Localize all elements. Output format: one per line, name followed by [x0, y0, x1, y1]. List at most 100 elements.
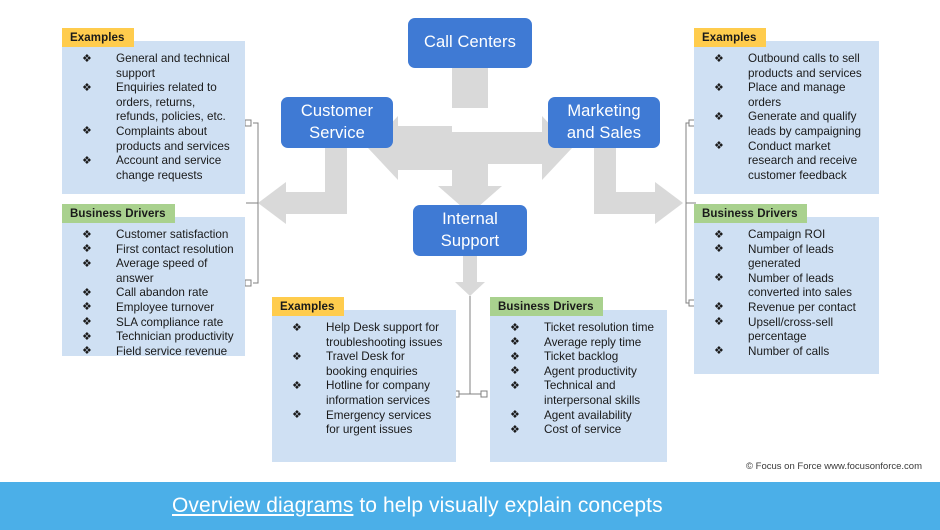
connector-endpoint [480, 390, 488, 398]
panel-marketing-sales-examples: ❖ Outbound calls to sell products and ser… [694, 28, 879, 194]
node-internal-support-label: Internal Support [441, 209, 500, 251]
panel-list-item-text: Agent productivity [544, 364, 637, 378]
node-customer-service-label: Customer Service [301, 101, 373, 143]
diamond-bullet-icon: ❖ [82, 316, 92, 329]
panel-list-item-text: Campaign ROI [748, 228, 826, 241]
panel-list-item: ❖ Ticket backlog [498, 350, 659, 365]
panel-list-item-text: SLA compliance rate [116, 315, 224, 329]
panel-list-item-text: Travel Desk for booking enquiries [326, 350, 418, 378]
panel-list-item-text: Ticket resolution time [544, 321, 654, 334]
arrow-is-stem [463, 256, 477, 284]
diamond-bullet-icon: ❖ [510, 423, 520, 436]
footer-caption-underlined: Overview diagrams [172, 494, 354, 517]
panel-list-item-text: Technical and interpersonal skills [544, 379, 641, 407]
panel-list-item: ❖ Cost of service [498, 423, 659, 438]
panel-body: ❖ Help Desk support for troubleshooting i… [272, 310, 456, 462]
diamond-bullet-icon: ❖ [714, 110, 724, 123]
panel-list-item: ❖ Help Desk support for troubleshooting i… [280, 321, 448, 350]
node-internal-support[interactable]: Internal Support [413, 205, 527, 256]
arrow-shaft-down-internal [452, 132, 488, 194]
diamond-bullet-icon: ❖ [714, 345, 724, 358]
panel-list-item: ❖ Generate and qualify leads by campaigni… [702, 110, 871, 139]
panel-tab-business-drivers: Business Drivers [490, 297, 603, 316]
panel-list-item-text: First contact resolution [116, 242, 234, 256]
diamond-bullet-icon: ❖ [714, 301, 724, 314]
panel-list-item-text: General and technical support [116, 52, 230, 80]
panel-list-item: ❖ Outbound calls to sell products and ser… [702, 52, 871, 81]
panel-list-item: ❖ Account and service change requests [70, 154, 237, 183]
panel-list-item-text: Average reply time [544, 335, 642, 349]
diamond-bullet-icon: ❖ [510, 336, 520, 349]
panel-list-item: ❖ Technical and interpersonal skills [498, 379, 659, 408]
node-internal-support-line2: Support [440, 231, 500, 250]
diamond-bullet-icon: ❖ [82, 301, 92, 314]
node-marketing-and-sales[interactable]: Marketing and Sales [548, 97, 660, 148]
diamond-bullet-icon: ❖ [82, 81, 92, 94]
diamond-bullet-icon: ❖ [82, 228, 92, 241]
diamond-bullet-icon: ❖ [292, 409, 302, 422]
connector-internal-support [459, 296, 481, 395]
panel-list-item: ❖ Employee turnover [70, 301, 237, 316]
panel-tab-examples: Examples [694, 28, 766, 47]
footer-caption-rest: to help visually explain concepts [353, 494, 663, 517]
panel-list-item-text: Employee turnover [116, 300, 215, 314]
diamond-bullet-icon: ❖ [82, 125, 92, 138]
panel-internal-support-examples: ❖ Help Desk support for troubleshooting i… [272, 297, 456, 462]
panel-body: ❖ General and technical support ❖ Enquiries… [62, 41, 245, 194]
copyright-notice: © Focus on Force www.focusonforce.com [746, 461, 922, 472]
node-call-centers[interactable]: Call Centers [408, 18, 532, 68]
panel-list-item: ❖ Customer satisfaction [70, 228, 237, 243]
panel-list: ❖ Campaign ROI ❖ Number of leads generated ❖… [702, 228, 871, 359]
panel-list-item: ❖ Campaign ROI [702, 228, 871, 243]
panel-list-item: ❖ Field service revenue [70, 345, 237, 360]
diamond-bullet-icon: ❖ [82, 243, 92, 256]
connector-endpoint [244, 279, 252, 287]
panel-list-item-text: Ticket backlog [544, 350, 619, 364]
panel-list: ❖ Outbound calls to sell products and ser… [702, 52, 871, 183]
diamond-bullet-icon: ❖ [82, 286, 92, 299]
panel-list-item-text: Call abandon rate [116, 286, 209, 300]
panel-list-item-text: Revenue per contact [748, 300, 856, 314]
panel-list-item: ❖ General and technical support [70, 52, 237, 81]
diamond-bullet-icon: ❖ [82, 154, 92, 167]
arrow-cs-vertical [325, 148, 347, 214]
arrow-stem-call-centers [452, 66, 488, 108]
panel-list-item: ❖ Ticket resolution time [498, 321, 659, 336]
panel-list-item: ❖ SLA compliance rate [70, 316, 237, 331]
node-internal-support-line1: Internal [442, 210, 498, 229]
panel-list-item-text: Cost of service [544, 423, 622, 437]
arrow-ms-head [655, 182, 683, 224]
panel-list-item: ❖ Upsell/cross-sell percentage [702, 316, 871, 345]
panel-list: ❖ Ticket resolution time ❖ Average reply ti… [498, 321, 659, 438]
panel-list-item: ❖ Revenue per contact [702, 301, 871, 316]
arrow-cs-horizontal [286, 192, 347, 214]
panel-list-item: ❖ Number of leads generated [702, 243, 871, 272]
panel-tab-examples: Examples [62, 28, 134, 47]
panel-list-item-text: Emergency services for urgent issues [326, 408, 432, 437]
panel-list-item: ❖ Number of calls [702, 345, 871, 360]
panel-body: ❖ Customer satisfaction ❖ First contact res… [62, 217, 245, 359]
panel-list-item-text: Place and manage orders [748, 81, 846, 109]
node-marketing-line2: and Sales [566, 123, 642, 142]
diamond-bullet-icon: ❖ [510, 409, 520, 422]
diamond-bullet-icon: ❖ [82, 52, 92, 65]
panel-list-item: ❖ Agent availability [498, 409, 659, 424]
panel-internal-support-business-drivers: ❖ Ticket resolution time ❖ Average reply ti… [490, 297, 667, 462]
node-customer-service[interactable]: Customer Service [281, 97, 393, 148]
diagram-canvas: Call Centers Customer Service Marketing … [0, 0, 940, 530]
panel-list: ❖ Customer satisfaction ❖ First contact res… [70, 228, 237, 359]
panel-list-item: ❖ Complaints about products and services [70, 125, 237, 154]
diamond-bullet-icon: ❖ [714, 272, 724, 285]
node-marketing-label: Marketing and Sales [567, 101, 641, 143]
diamond-bullet-icon: ❖ [714, 228, 724, 241]
diamond-bullet-icon: ❖ [510, 379, 520, 392]
diamond-bullet-icon: ❖ [510, 350, 520, 363]
panel-list-item-text: Account and service change requests [116, 154, 222, 182]
panel-list-item: ❖ Place and manage orders [702, 81, 871, 110]
panel-list-item-text: Conduct market research and receive cust… [748, 139, 858, 182]
panel-list-item: ❖ Enquiries related to orders, returns, r… [70, 81, 237, 125]
panel-list-item-text: Field service revenue [116, 344, 228, 358]
panel-list: ❖ Help Desk support for troubleshooting i… [280, 321, 448, 438]
diamond-bullet-icon: ❖ [510, 365, 520, 378]
panel-body: ❖ Ticket resolution time ❖ Average reply ti… [490, 310, 667, 462]
